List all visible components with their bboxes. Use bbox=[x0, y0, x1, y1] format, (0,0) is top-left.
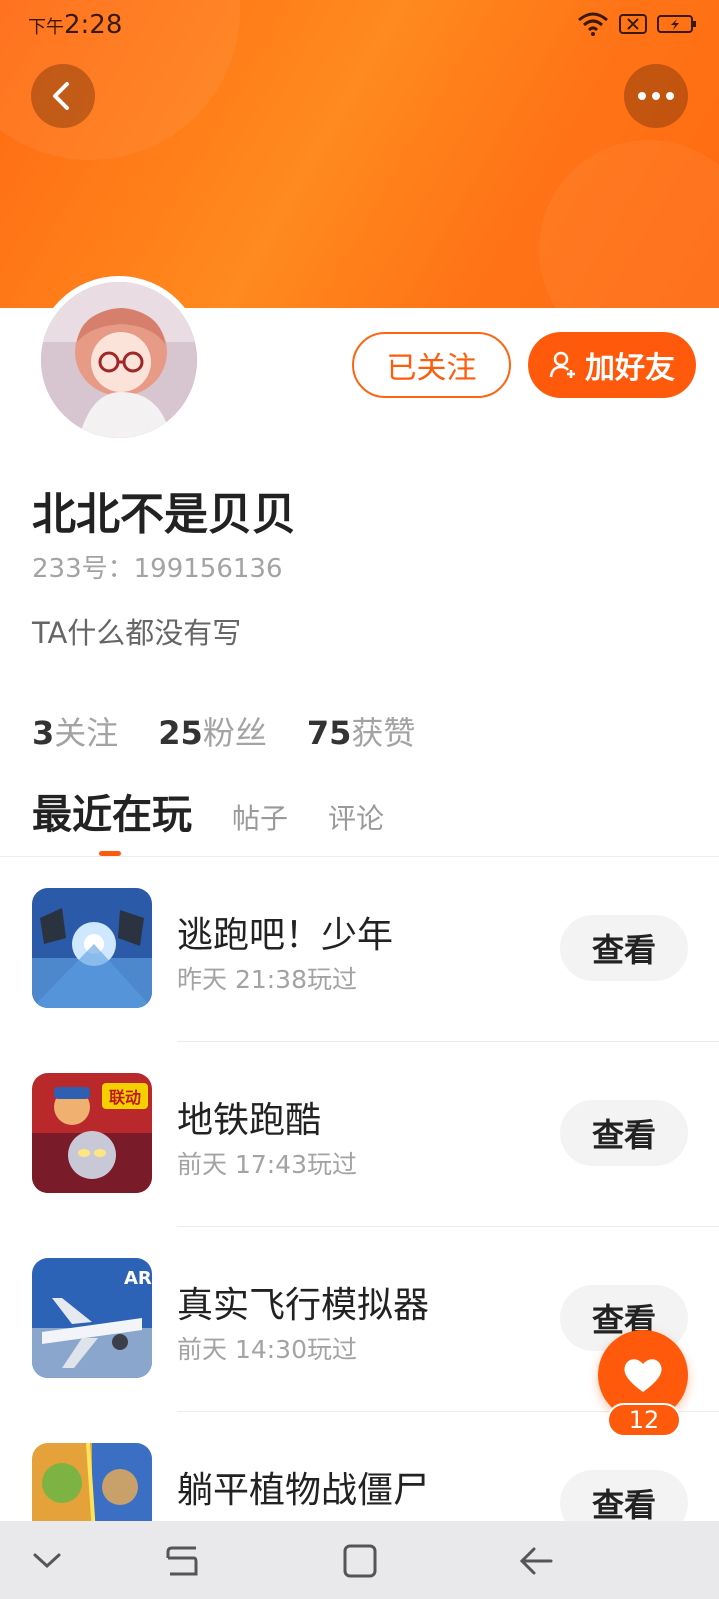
status-icons bbox=[577, 12, 697, 36]
battery-icon bbox=[657, 15, 696, 33]
game-title: 真实飞行模拟器 bbox=[177, 1285, 430, 1326]
system-nav-bar bbox=[0, 1521, 719, 1599]
wifi-icon bbox=[578, 12, 608, 36]
tab-comments[interactable]: 评论 bbox=[328, 797, 384, 837]
game-icon: 联动 bbox=[32, 1073, 152, 1193]
stat-label: 关注 bbox=[54, 714, 119, 752]
game-last-played: 前天 14:30玩过 bbox=[177, 1335, 357, 1364]
svg-text:联动: 联动 bbox=[109, 1088, 141, 1107]
stat-label: 粉丝 bbox=[202, 714, 267, 752]
home-icon[interactable] bbox=[338, 1539, 382, 1583]
tab-recently-played[interactable]: 最近在玩 bbox=[32, 782, 192, 840]
add-user-icon bbox=[549, 351, 575, 378]
user-id: 233号：199156136 bbox=[32, 554, 283, 584]
game-title: 躺平植物战僵尸 bbox=[177, 1470, 430, 1511]
user-bio: TA什么都没有写 bbox=[32, 616, 242, 650]
view-button-label: 查看 bbox=[591, 1486, 656, 1524]
game-icon bbox=[32, 888, 152, 1008]
more-button[interactable] bbox=[624, 64, 688, 128]
time-prefix: 下午 bbox=[28, 17, 64, 38]
heart-icon bbox=[624, 1359, 662, 1392]
status-bar: 下午2:28 bbox=[0, 0, 719, 50]
view-button-label: 查看 bbox=[591, 931, 656, 969]
time-value: 2:28 bbox=[64, 10, 123, 40]
chevron-down-icon[interactable] bbox=[25, 1539, 69, 1583]
status-time: 下午2:28 bbox=[28, 10, 122, 40]
game-title: 逃跑吧！少年 bbox=[177, 915, 394, 956]
stat-fans[interactable]: 25 粉丝 bbox=[158, 708, 267, 754]
game-title: 地铁跑酷 bbox=[177, 1100, 322, 1141]
stat-label: 获赞 bbox=[351, 714, 416, 752]
avatar[interactable] bbox=[35, 276, 203, 444]
back-arrow-icon[interactable] bbox=[514, 1539, 558, 1583]
username: 北北不是贝贝 bbox=[32, 489, 296, 540]
more-dots-icon bbox=[638, 92, 674, 100]
view-button[interactable]: 查看 bbox=[560, 1100, 688, 1166]
game-last-played: 昨天 21:38玩过 bbox=[177, 965, 357, 994]
avatar-illustration bbox=[41, 282, 197, 438]
divider bbox=[177, 1226, 719, 1227]
tab-divider bbox=[0, 856, 719, 857]
profile-stats: 3 关注 25 粉丝 75 获赞 bbox=[32, 708, 415, 754]
add-friend-button[interactable]: 加好友 bbox=[528, 332, 696, 398]
view-button-label: 查看 bbox=[591, 1116, 656, 1154]
following-button-label: 已关注 bbox=[386, 351, 477, 386]
profile-tabs: 最近在玩 帖子 评论 bbox=[32, 782, 384, 840]
game-last-played: 前天 17:43玩过 bbox=[177, 1150, 357, 1179]
recent-apps-icon[interactable] bbox=[160, 1539, 204, 1583]
following-button[interactable]: 已关注 bbox=[352, 332, 511, 398]
avatar-image bbox=[41, 282, 197, 438]
back-button[interactable] bbox=[31, 64, 95, 128]
add-friend-label: 加好友 bbox=[585, 351, 675, 386]
svg-text:AR: AR bbox=[124, 1268, 152, 1289]
banner-decoration bbox=[539, 140, 719, 308]
list-item[interactable]: 联动 地铁跑酷 前天 17:43玩过 查看 bbox=[0, 1073, 719, 1258]
game-icon: AR bbox=[32, 1258, 152, 1378]
divider bbox=[177, 1041, 719, 1042]
stat-likes: 75 获赞 bbox=[307, 708, 416, 754]
sim-off-icon bbox=[619, 14, 647, 34]
like-count-badge: 12 bbox=[607, 1403, 681, 1437]
list-item[interactable]: 逃跑吧！少年 昨天 21:38玩过 查看 bbox=[0, 888, 719, 1073]
stat-number: 75 bbox=[306, 714, 352, 752]
view-button[interactable]: 查看 bbox=[560, 915, 688, 981]
stat-number: 25 bbox=[158, 714, 203, 752]
tab-posts[interactable]: 帖子 bbox=[232, 797, 288, 837]
stat-following[interactable]: 3 关注 bbox=[32, 708, 118, 754]
chevron-left-icon bbox=[53, 82, 69, 110]
stat-number: 3 bbox=[32, 714, 55, 752]
